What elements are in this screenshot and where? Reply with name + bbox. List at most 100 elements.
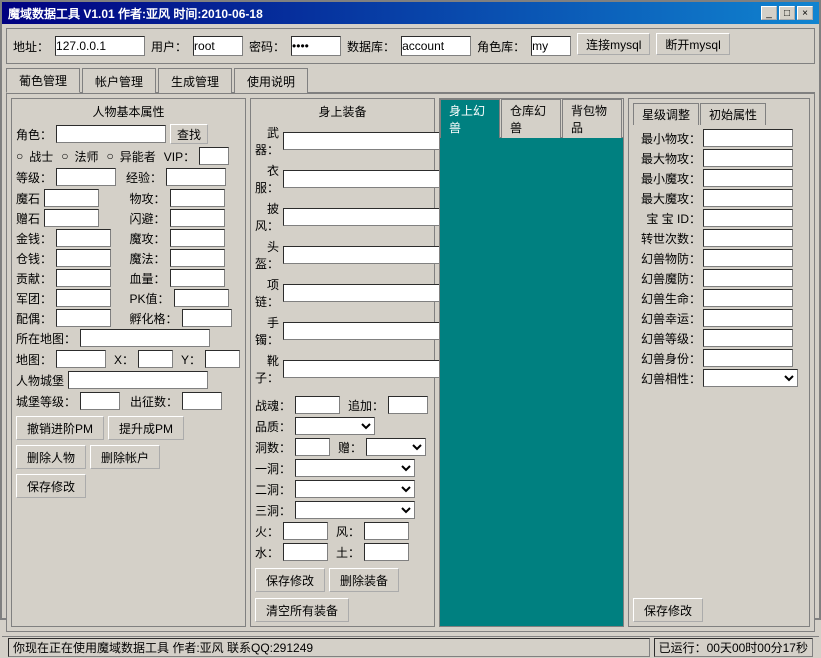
db-input[interactable] bbox=[401, 36, 471, 56]
min-mag-atk-row: 最小魔攻： bbox=[633, 169, 805, 187]
pet-tab-warehouse[interactable]: 仓库幻兽 bbox=[501, 99, 561, 138]
role-input[interactable] bbox=[56, 125, 166, 143]
equip-delete-button[interactable]: 删除装备 bbox=[329, 568, 399, 592]
level-input[interactable] bbox=[56, 168, 116, 186]
hatch-input[interactable] bbox=[182, 309, 232, 327]
role-input[interactable] bbox=[531, 36, 571, 56]
hole2-select[interactable] bbox=[295, 480, 415, 498]
tab-generate[interactable]: 生成管理 bbox=[158, 68, 232, 93]
hp-row: 血量： bbox=[130, 269, 242, 287]
transfer-input[interactable] bbox=[703, 229, 793, 247]
magic-stone-input[interactable] bbox=[44, 189, 99, 207]
warehouse-input[interactable] bbox=[56, 249, 111, 267]
magic-atk-input[interactable] bbox=[170, 229, 225, 247]
equip-save-button[interactable]: 保存修改 bbox=[255, 568, 325, 592]
pet-affinity-select[interactable] bbox=[703, 369, 798, 387]
min-mag-atk-input[interactable] bbox=[703, 169, 793, 187]
expedition-input[interactable] bbox=[182, 392, 222, 410]
pet-level-input[interactable] bbox=[703, 329, 793, 347]
magic-input[interactable] bbox=[170, 249, 225, 267]
max-phy-atk-label: 最大物攻： bbox=[633, 150, 701, 167]
addr-input[interactable] bbox=[55, 36, 145, 56]
pet-hp-input[interactable] bbox=[703, 289, 793, 307]
disconnect-button[interactable]: 断开mysql bbox=[656, 33, 729, 55]
earth-label: 土： bbox=[336, 544, 360, 561]
minimize-button[interactable]: _ bbox=[761, 6, 777, 20]
map-input[interactable] bbox=[56, 350, 106, 368]
right-save-button[interactable]: 保存修改 bbox=[633, 598, 703, 622]
bracelet-input[interactable] bbox=[283, 322, 440, 340]
earth-input[interactable] bbox=[364, 543, 409, 561]
pk-input[interactable] bbox=[174, 289, 229, 307]
pet-mag-def-input[interactable] bbox=[703, 269, 793, 287]
max-mag-atk-input[interactable] bbox=[703, 189, 793, 207]
left-save-button[interactable]: 保存修改 bbox=[16, 474, 86, 498]
user-label: 用户： bbox=[151, 38, 187, 55]
y-input[interactable] bbox=[205, 350, 240, 368]
hole3-select[interactable] bbox=[295, 501, 415, 519]
delete-account-button[interactable]: 删除帐户 bbox=[90, 445, 160, 469]
pet-luck-input[interactable] bbox=[703, 309, 793, 327]
pet-phy-def-input[interactable] bbox=[703, 249, 793, 267]
gift-select[interactable] bbox=[366, 438, 426, 456]
quality-select[interactable] bbox=[295, 417, 375, 435]
pwd-input[interactable] bbox=[291, 36, 341, 56]
hatch-row: 孵化格： bbox=[130, 309, 242, 327]
phy-atk-input[interactable] bbox=[170, 189, 225, 207]
gem-label: 赠石 bbox=[16, 210, 40, 227]
contribute-input[interactable] bbox=[56, 269, 111, 287]
weapon-input[interactable] bbox=[283, 132, 440, 150]
user-input[interactable] bbox=[193, 36, 243, 56]
star-tab-adjust[interactable]: 星级调整 bbox=[633, 103, 699, 125]
gold-input[interactable] bbox=[56, 229, 111, 247]
max-phy-atk-input[interactable] bbox=[703, 149, 793, 167]
x-input[interactable] bbox=[138, 350, 173, 368]
battle-soul-input[interactable] bbox=[295, 396, 340, 414]
min-phy-atk-input[interactable] bbox=[703, 129, 793, 147]
tab-account[interactable]: 帐户管理 bbox=[82, 68, 156, 93]
hole2-label: 二洞： bbox=[255, 481, 291, 498]
close-button[interactable]: × bbox=[797, 6, 813, 20]
equip-clear-row: 清空所有装备 bbox=[255, 598, 430, 622]
helmet-input[interactable] bbox=[283, 246, 440, 264]
main-area: 人物基本属性 角色： 查找 ○ 战士 ○ 法师 ○ 异能者 VIP： bbox=[6, 93, 815, 632]
weapon-row: 武器： bbox=[255, 124, 430, 158]
clothes-input[interactable] bbox=[283, 170, 440, 188]
cape-input[interactable] bbox=[283, 208, 440, 226]
wind-input[interactable] bbox=[364, 522, 409, 540]
cur-map-input[interactable] bbox=[80, 329, 210, 347]
tab-grape[interactable]: 葡色管理 bbox=[6, 68, 80, 93]
hole1-select[interactable] bbox=[295, 459, 415, 477]
search-button[interactable]: 查找 bbox=[170, 124, 208, 144]
castle-level-input[interactable] bbox=[80, 392, 120, 410]
add-input[interactable] bbox=[388, 396, 428, 414]
promote-pm-button[interactable]: 提升成PM bbox=[108, 416, 184, 440]
delete-char-button[interactable]: 删除人物 bbox=[16, 445, 86, 469]
shoes-input[interactable] bbox=[283, 360, 440, 378]
equip-clear-button[interactable]: 清空所有装备 bbox=[255, 598, 349, 622]
match-input[interactable] bbox=[56, 309, 111, 327]
tab-help[interactable]: 使用说明 bbox=[234, 68, 308, 93]
necklace-input[interactable] bbox=[283, 284, 440, 302]
gem-input[interactable] bbox=[44, 209, 99, 227]
star-tab-initial[interactable]: 初始属性 bbox=[700, 103, 766, 125]
stats-grid: 魔石 物攻： 赠石 闪避： bbox=[16, 189, 241, 327]
water-input[interactable] bbox=[283, 543, 328, 561]
pet-tab-on-body[interactable]: 身上幻兽 bbox=[440, 99, 500, 138]
army-input[interactable] bbox=[56, 289, 111, 307]
flash-input[interactable] bbox=[170, 209, 225, 227]
fire-input[interactable] bbox=[283, 522, 328, 540]
pet-tab-backpack[interactable]: 背包物品 bbox=[562, 99, 622, 138]
hp-input[interactable] bbox=[170, 269, 225, 287]
cape-row: 披风： bbox=[255, 200, 430, 234]
maximize-button[interactable]: □ bbox=[779, 6, 795, 20]
quality-row: 品质： bbox=[255, 417, 430, 435]
undo-pm-button[interactable]: 撤销进阶PM bbox=[16, 416, 104, 440]
pet-identity-input[interactable] bbox=[703, 349, 793, 367]
holes-input[interactable] bbox=[295, 438, 330, 456]
vip-input[interactable] bbox=[199, 147, 229, 165]
exp-input[interactable] bbox=[166, 168, 226, 186]
char-castle-input[interactable] bbox=[68, 371, 208, 389]
pet-id-input[interactable] bbox=[703, 209, 793, 227]
connect-button[interactable]: 连接mysql bbox=[577, 33, 650, 55]
